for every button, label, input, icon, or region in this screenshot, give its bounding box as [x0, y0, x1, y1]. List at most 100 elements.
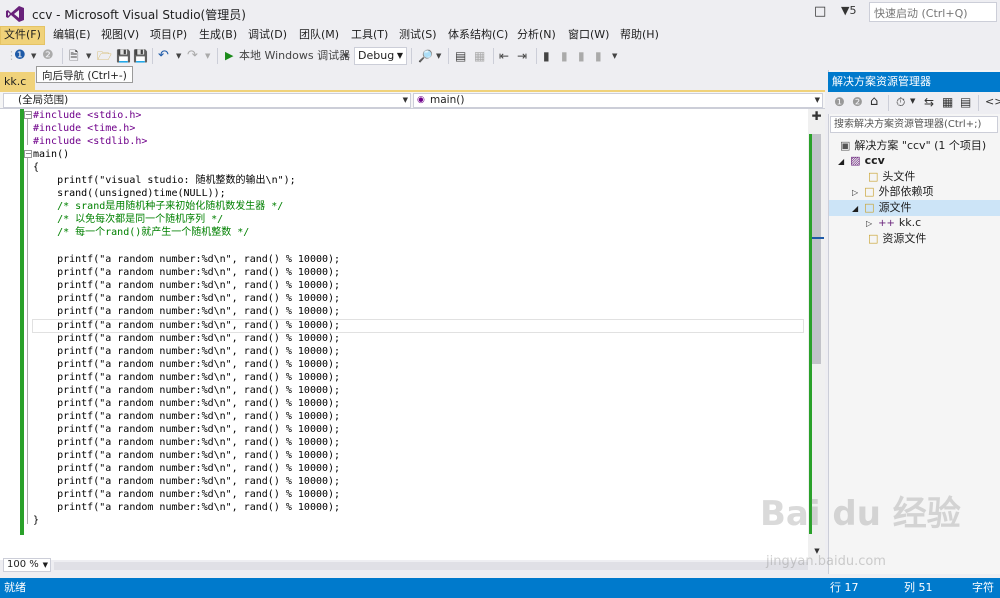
- tree-folder-sources[interactable]: ◢ □ 源文件: [829, 200, 1000, 216]
- code-line: printf("a random number:%d\n", rand() % …: [33, 267, 341, 278]
- menu-test[interactable]: 测试(S): [396, 26, 440, 45]
- tab-kk-c[interactable]: kk.c: [0, 72, 35, 92]
- clear-bookmarks-icon[interactable]: ▮: [595, 48, 602, 64]
- back-icon[interactable]: ❶: [834, 95, 845, 109]
- tree-file-kk-c[interactable]: ▷ ++ kk.c: [866, 215, 921, 231]
- collapse-all-icon[interactable]: ▦: [942, 95, 953, 109]
- toolbar-separator: [152, 48, 153, 64]
- tree-label: 源文件: [878, 201, 912, 214]
- code-line: printf("a random number:%d\n", rand() % …: [33, 502, 341, 513]
- code-line: {: [33, 162, 40, 173]
- bookmark-icon[interactable]: ▮: [543, 48, 550, 64]
- toolbar-separator: [62, 48, 63, 64]
- notifications-flag-icon[interactable]: ▼5: [841, 4, 856, 17]
- menu-team[interactable]: 团队(M): [296, 26, 342, 45]
- navigate-backward-dropdown-icon[interactable]: ▼: [31, 48, 36, 64]
- feedback-icon[interactable]: □: [814, 4, 826, 19]
- refresh-icon[interactable]: ⇆: [924, 95, 934, 109]
- chevron-down-icon: ▼: [396, 51, 403, 60]
- code-line: #include <stdio.h>: [33, 110, 142, 121]
- code-comment-line: /* 以免每次都是同一个随机序列 */: [33, 214, 224, 225]
- view-code-icon[interactable]: <>: [985, 95, 1000, 108]
- menu-help[interactable]: 帮助(H): [617, 26, 662, 45]
- scope-dropdown[interactable]: (全局范围) ▼: [3, 93, 411, 108]
- redo-icon[interactable]: ↷: [187, 48, 198, 64]
- menu-tools[interactable]: 工具(T): [348, 26, 391, 45]
- code-line: printf("a random number:%d\n", rand() % …: [33, 293, 341, 304]
- split-editor-icon[interactable]: ✚: [808, 109, 825, 123]
- menu-build[interactable]: 生成(B): [196, 26, 240, 45]
- tree-project-ccv[interactable]: ◢ ▨ ccv: [838, 153, 885, 169]
- find-in-files-icon[interactable]: 🔎: [418, 48, 433, 64]
- new-project-icon[interactable]: 🗎: [69, 48, 79, 64]
- function-value: main(): [430, 94, 465, 106]
- undo-icon[interactable]: ↶: [158, 48, 169, 64]
- editor-horizontal-scrollbar[interactable]: [54, 562, 808, 570]
- collapse-main-icon[interactable]: −: [24, 150, 32, 158]
- save-icon[interactable]: 💾: [116, 48, 131, 64]
- code-line: printf("a random number:%d\n", rand() % …: [33, 437, 341, 448]
- status-bar: 就绪 行 17 列 51 字符: [0, 578, 1000, 598]
- toolbar-separator: [217, 48, 218, 64]
- code-line: printf("a random number:%d\n", rand() % …: [33, 476, 341, 487]
- c-file-icon: ++: [878, 218, 895, 229]
- window-title: ccv - Microsoft Visual Studio(管理员): [32, 8, 246, 22]
- previous-bookmark-icon[interactable]: ▮: [561, 48, 568, 64]
- menu-debug[interactable]: 调试(D): [245, 26, 290, 45]
- solution-search-input[interactable]: 搜索解决方案资源管理器(Ctrl+;): [830, 116, 998, 133]
- sync-dropdown-icon[interactable]: ▼: [910, 97, 915, 105]
- folder-icon: □: [868, 232, 879, 245]
- redo-dropdown-icon[interactable]: ▼: [205, 48, 210, 64]
- menu-architecture[interactable]: 体系结构(C): [445, 26, 511, 45]
- menu-analyze[interactable]: 分析(N): [514, 26, 559, 45]
- start-debugging-icon[interactable]: ▶: [225, 48, 233, 64]
- menu-file[interactable]: 文件(F): [0, 26, 45, 45]
- run-target-dropdown-icon[interactable]: ▼: [343, 48, 348, 64]
- navigate-backward-icon[interactable]: ❶: [14, 48, 26, 64]
- tree-solution[interactable]: ▣ 解决方案 "ccv" (1 个项目): [840, 138, 986, 154]
- tree-folder-resources[interactable]: □ 资源文件: [868, 231, 926, 247]
- scrollbar-thumb[interactable]: [812, 134, 821, 364]
- find-dropdown-icon[interactable]: ▼: [436, 48, 441, 64]
- code-line: srand((unsigned)time(NULL));: [33, 188, 226, 199]
- chevron-down-icon: ▼: [402, 96, 408, 104]
- menu-project[interactable]: 项目(P): [147, 26, 190, 45]
- navigate-forward-icon[interactable]: ❷: [42, 48, 54, 64]
- code-editor[interactable]: − − #include <stdio.h> #include <time.h>…: [0, 109, 825, 560]
- run-target-button[interactable]: 本地 Windows 调试器: [239, 48, 350, 64]
- undo-dropdown-icon[interactable]: ▼: [176, 48, 181, 64]
- scrollbar-caret-marker: [812, 237, 824, 239]
- solution-platforms-icon[interactable]: ▤: [455, 48, 466, 64]
- attach-icon[interactable]: ▦: [474, 48, 485, 64]
- menu-edit[interactable]: 编辑(E): [50, 26, 94, 45]
- open-file-icon[interactable]: 🗁: [97, 48, 112, 64]
- expanded-arrow-icon: ◢: [852, 204, 859, 213]
- home-icon[interactable]: ⌂: [870, 94, 878, 109]
- collapse-includes-icon[interactable]: −: [24, 111, 32, 119]
- code-line: #include <time.h>: [33, 123, 136, 134]
- sync-icon[interactable]: ⏱: [896, 95, 905, 110]
- new-project-dropdown-icon[interactable]: ▼: [86, 48, 91, 64]
- decrease-indent-icon[interactable]: ⇤: [499, 48, 509, 64]
- next-bookmark-icon[interactable]: ▮: [578, 48, 585, 64]
- toolbar-separator: [888, 95, 889, 111]
- tree-label: 外部依赖项: [878, 185, 934, 198]
- function-dropdown[interactable]: ◉ main() ▼: [413, 93, 823, 108]
- menu-view[interactable]: 视图(V): [98, 26, 142, 45]
- code-line: printf("a random number:%d\n", rand() % …: [33, 306, 341, 317]
- solution-configuration-select[interactable]: Debug ▼: [354, 47, 407, 65]
- zoom-select[interactable]: 100 % ▼: [3, 558, 51, 572]
- folder-icon: □: [864, 185, 875, 198]
- forward-icon[interactable]: ❷: [852, 95, 863, 109]
- tree-folder-headers[interactable]: □ 头文件: [868, 169, 915, 185]
- quick-launch-input[interactable]: 快速启动 (Ctrl+Q): [869, 2, 997, 22]
- toolbar-options-icon[interactable]: ▼: [612, 48, 617, 64]
- save-all-icon[interactable]: 💾: [133, 48, 148, 64]
- code-line: printf("a random number:%d\n", rand() % …: [33, 280, 341, 291]
- tree-label: kk.c: [898, 216, 922, 229]
- show-all-files-icon[interactable]: ▤: [960, 95, 971, 109]
- menu-window[interactable]: 窗口(W): [565, 26, 612, 45]
- tree-folder-external[interactable]: ▷ □ 外部依赖项: [852, 184, 934, 200]
- standard-toolbar: ⋮ ❶ ▼ ❷ 🗎 ▼ 🗁 💾 💾 ↶ ▼ ↷ ▼ ▶ 本地 Windows 调…: [0, 45, 1000, 67]
- increase-indent-icon[interactable]: ⇥: [517, 48, 527, 64]
